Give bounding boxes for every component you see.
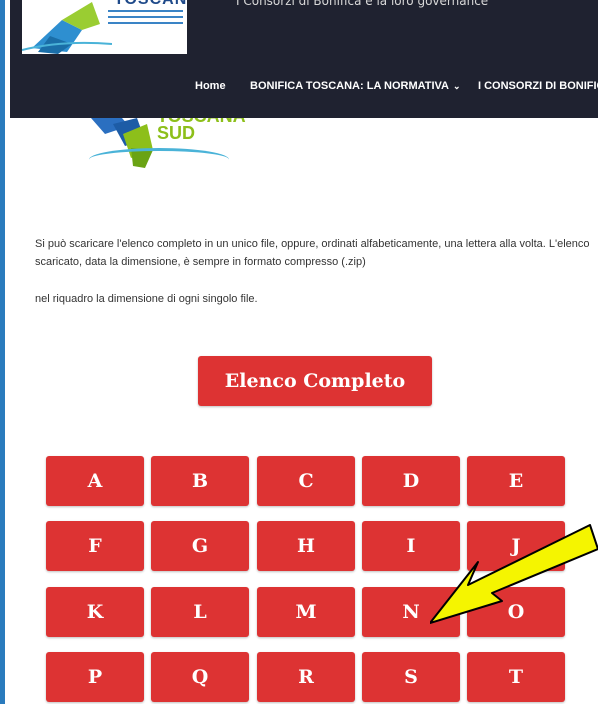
letter-button-t[interactable]: T — [467, 652, 565, 702]
letter-button-a[interactable]: A — [46, 456, 144, 506]
nav-item-normativa[interactable]: BONIFICA TOSCANA: LA NORMATIVA ⌄ — [250, 80, 461, 92]
page-left-border — [0, 0, 5, 704]
content-logo: TOSCANA SUD — [75, 107, 246, 190]
letter-button-k[interactable]: K — [46, 587, 144, 637]
content-logo-line2: SUD — [157, 123, 196, 143]
site-logo[interactable]: TOSCANA — [22, 0, 187, 54]
note-paragraph: nel riquadro la dimensione di ogni singo… — [35, 293, 258, 305]
letter-button-r[interactable]: R — [257, 652, 355, 702]
nav-item-home[interactable]: Home — [195, 80, 226, 92]
letter-button-c[interactable]: C — [257, 456, 355, 506]
yellow-arrow-icon — [430, 524, 598, 624]
letter-button-m[interactable]: M — [257, 587, 355, 637]
letter-button-d[interactable]: D — [362, 456, 460, 506]
full-list-button[interactable]: Elenco Completo — [198, 356, 432, 406]
logo-stripes — [108, 10, 183, 28]
intro-paragraph: Si può scaricare l'elenco completo in un… — [35, 238, 590, 268]
letter-button-s[interactable]: S — [362, 652, 460, 702]
letter-button-g[interactable]: G — [151, 521, 249, 571]
logo-graphic-icon — [22, 2, 112, 54]
site-tagline: I Consorzi di Bonifica e la loro governa… — [236, 0, 489, 8]
main-nav: Home BONIFICA TOSCANA: LA NORMATIVA ⌄ I C… — [10, 80, 598, 100]
letter-button-q[interactable]: Q — [151, 652, 249, 702]
letter-button-b[interactable]: B — [151, 456, 249, 506]
nav-item-normativa-label: BONIFICA TOSCANA: LA NORMATIVA — [250, 80, 450, 92]
chevron-down-icon: ⌄ — [453, 81, 461, 91]
content-logo-swoosh — [89, 148, 229, 171]
letter-button-l[interactable]: L — [151, 587, 249, 637]
letter-button-p[interactable]: P — [46, 652, 144, 702]
letter-button-f[interactable]: F — [46, 521, 144, 571]
letter-button-h[interactable]: H — [257, 521, 355, 571]
letter-button-e[interactable]: E — [467, 456, 565, 506]
nav-item-consorzi[interactable]: I CONSORZI DI BONIFIC — [478, 80, 598, 92]
logo-wordmark: TOSCANA — [114, 0, 187, 9]
site-header: I Consorzi di Bonifica e la loro governa… — [10, 0, 598, 118]
